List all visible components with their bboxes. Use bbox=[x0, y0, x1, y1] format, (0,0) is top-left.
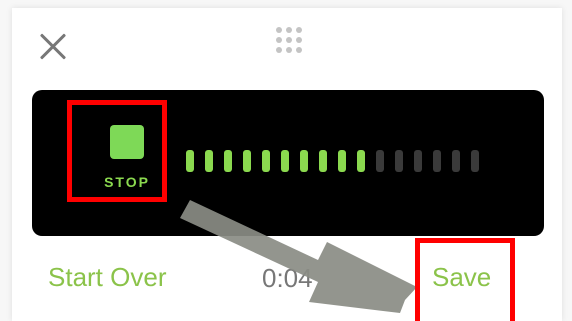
level-segment bbox=[395, 150, 403, 172]
level-segment bbox=[186, 150, 194, 172]
level-segment bbox=[433, 150, 441, 172]
level-segment bbox=[319, 150, 327, 172]
recording-timer: 0:04 bbox=[262, 263, 313, 293]
drag-handle-icon[interactable] bbox=[276, 27, 310, 53]
start-over-button[interactable]: Start Over bbox=[48, 262, 166, 293]
stop-button[interactable]: STOP bbox=[98, 118, 162, 198]
level-segment bbox=[376, 150, 384, 172]
level-segment bbox=[281, 150, 289, 172]
level-segment bbox=[262, 150, 270, 172]
save-button[interactable]: Save bbox=[432, 262, 491, 293]
level-segment bbox=[471, 150, 479, 172]
level-segment bbox=[243, 150, 251, 172]
level-segment bbox=[357, 150, 365, 172]
close-icon[interactable] bbox=[38, 32, 68, 62]
level-segment bbox=[224, 150, 232, 172]
level-segment bbox=[414, 150, 422, 172]
level-segment bbox=[300, 150, 308, 172]
stop-icon bbox=[110, 125, 144, 159]
stop-label: STOP bbox=[104, 174, 150, 190]
level-segment bbox=[452, 150, 460, 172]
level-segment bbox=[205, 150, 213, 172]
level-segment bbox=[338, 150, 346, 172]
